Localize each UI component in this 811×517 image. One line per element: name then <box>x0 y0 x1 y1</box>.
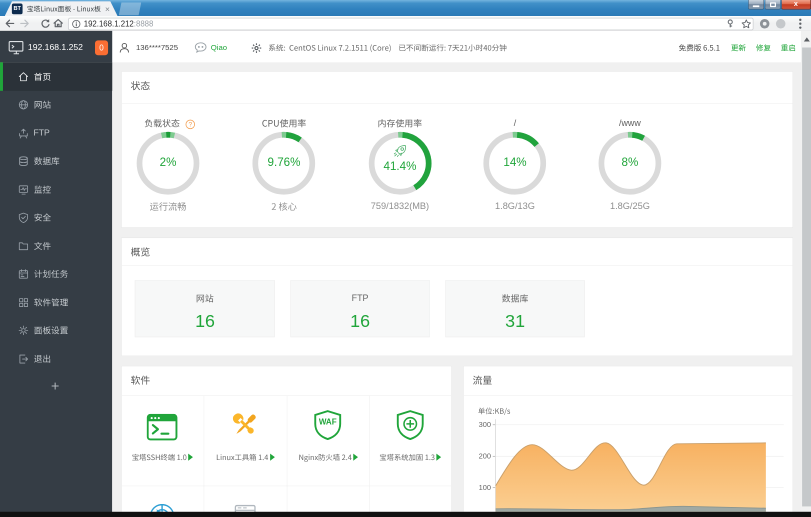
svg-text:?: ? <box>188 121 192 128</box>
svg-text:WAF: WAF <box>319 417 337 426</box>
